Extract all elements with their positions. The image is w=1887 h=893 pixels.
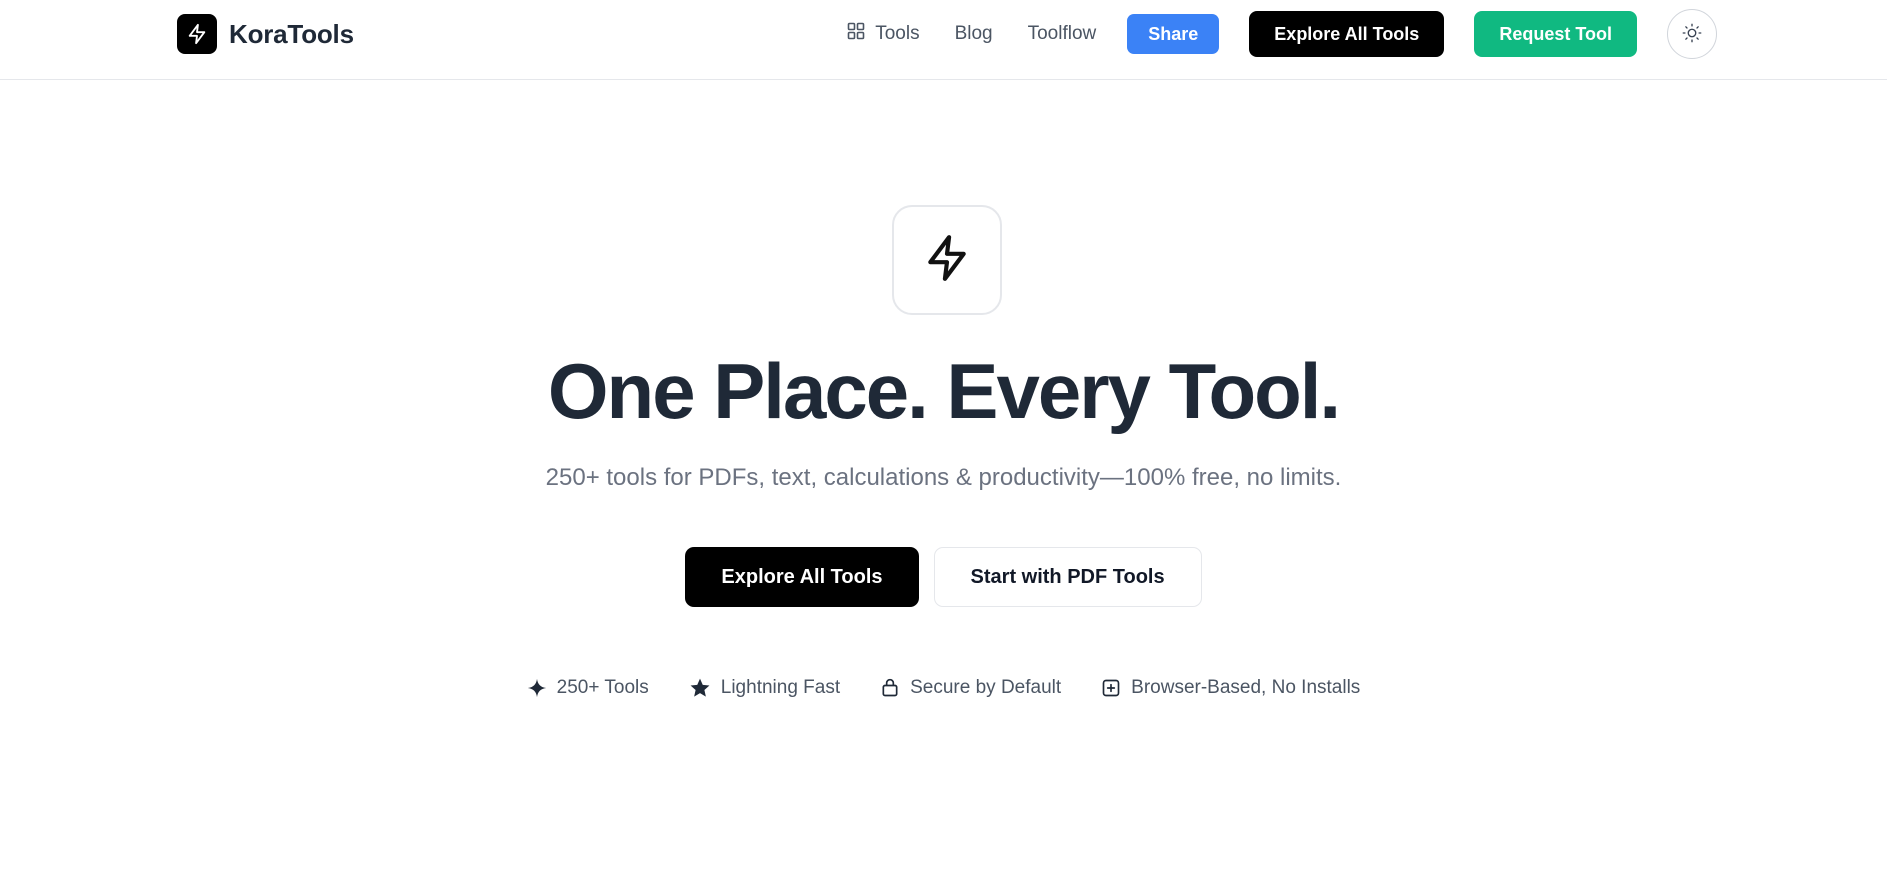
lightning-icon — [177, 14, 217, 54]
feature-label: Secure by Default — [910, 677, 1062, 698]
nav-tools-link[interactable]: Tools — [845, 22, 921, 46]
plus-square-icon — [1101, 678, 1121, 698]
brand-name: KoraTools — [229, 18, 354, 49]
sparkle-icon — [527, 678, 547, 698]
feature-item: Secure by Default — [880, 677, 1061, 699]
lock-icon — [880, 678, 900, 698]
main-nav: Tools Blog Toolflow Share Explore All To… — [845, 9, 1717, 59]
feature-list: 250+ Tools Lightning Fast Secure by Defa… — [0, 677, 1887, 699]
sun-icon — [1682, 23, 1702, 46]
star-icon — [689, 677, 711, 699]
request-tool-button[interactable]: Request Tool — [1474, 11, 1637, 57]
share-button[interactable]: Share — [1127, 14, 1220, 54]
theme-toggle-button[interactable] — [1667, 9, 1717, 59]
hero-icon-box — [892, 205, 1002, 315]
nav-blog-link[interactable]: Blog — [953, 23, 995, 45]
feature-label: Browser-Based, No Installs — [1131, 677, 1361, 698]
hero-actions: Explore All Tools Start with PDF Tools — [0, 547, 1887, 607]
feature-label: Lightning Fast — [720, 677, 841, 698]
feature-item: Lightning Fast — [689, 677, 840, 699]
explore-all-tools-nav-button[interactable]: Explore All Tools — [1249, 11, 1445, 57]
hero-subtitle: 250+ tools for PDFs, text, calculations … — [545, 464, 1342, 491]
feature-item: 250+ Tools — [527, 677, 649, 699]
grid-icon — [847, 22, 865, 46]
nav-tools-label: Tools — [875, 23, 920, 44]
start-with-pdf-tools-button[interactable]: Start with PDF Tools — [933, 547, 1202, 607]
explore-all-tools-button[interactable]: Explore All Tools — [685, 547, 919, 607]
feature-item: Browser-Based, No Installs — [1101, 677, 1360, 699]
hero-title: One Place. Every Tool. — [547, 347, 1341, 435]
feature-label: 250+ Tools — [556, 677, 649, 698]
nav-toolflow-link[interactable]: Toolflow — [1026, 23, 1099, 45]
lightning-icon — [922, 233, 972, 288]
brand-home-link[interactable]: KoraTools — [177, 14, 354, 54]
site-header: KoraTools Tools Blog Toolflow Share Expl… — [0, 0, 1887, 80]
